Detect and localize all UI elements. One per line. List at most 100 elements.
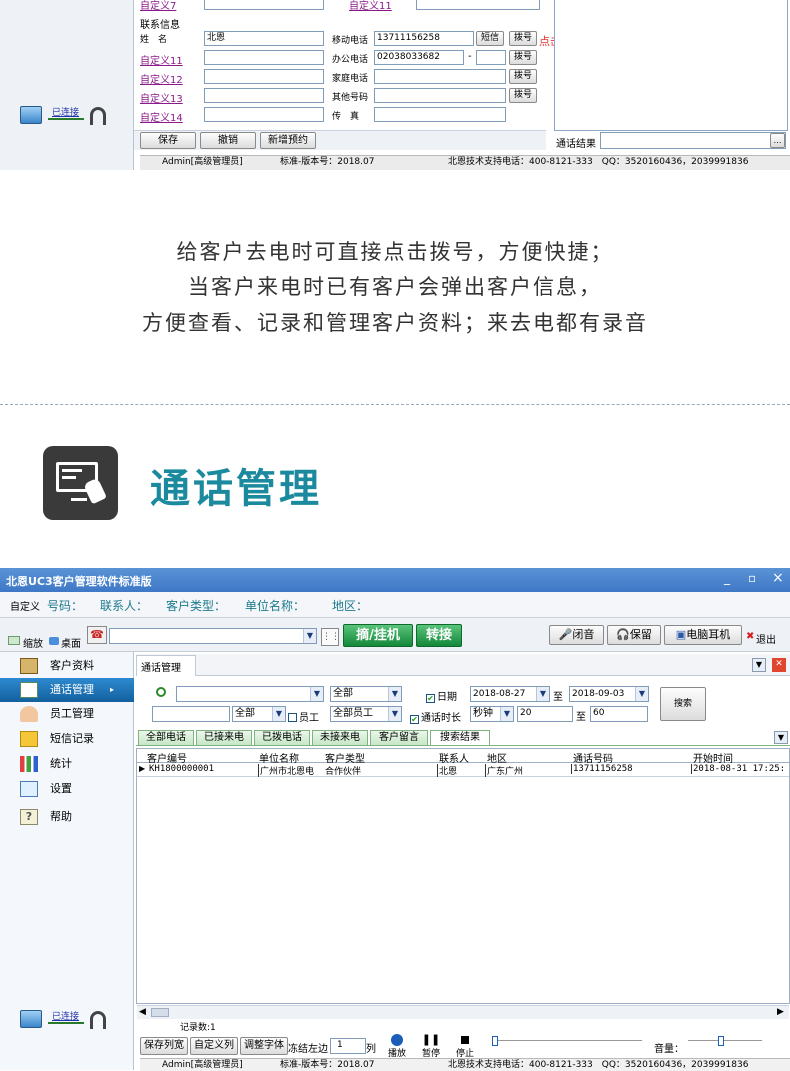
freeze-cols-spinner[interactable]: 1 [330,1038,366,1054]
save-column-width-button[interactable]: 保存列宽 [140,1037,188,1055]
pc-headset-button[interactable]: ▣电脑耳机 [664,625,742,645]
stop-control[interactable]: 停止 [452,1034,478,1059]
adjust-font-button[interactable]: 调整字体 [240,1037,288,1055]
subtab-search-results[interactable]: 搜索结果 [430,730,490,745]
phone-number-combo[interactable]: ▼ [109,628,317,644]
sidebar-item-settings[interactable]: 设置 [0,777,134,801]
duration-from-input[interactable]: 20 [517,706,573,722]
call-result-picker[interactable]: … [770,133,785,148]
dial-mobile-button[interactable]: 拨号 [509,31,537,46]
pause-control[interactable]: ❚❚ 暂停 [418,1034,444,1060]
custom12-link[interactable]: 自定义12 [140,71,183,86]
doc-tab[interactable]: 通话管理 [136,655,196,676]
scroll-left-icon[interactable]: ◀ [139,1007,146,1017]
custom11-top-link[interactable]: 自定义11 [349,0,392,12]
date-to[interactable]: 2018-09-03 ▼ [569,686,649,702]
minimize-button[interactable]: _ [724,571,730,585]
pickup-hangup-button[interactable]: 摘/挂机 [343,624,413,647]
hold-button[interactable]: 🎧保留 [607,625,661,645]
scroll-thumb[interactable] [151,1008,169,1017]
shrink-label[interactable]: 缩放 [23,635,43,650]
sidebar-item-sms[interactable]: 短信记录 [0,727,134,751]
custom14-field[interactable] [204,107,324,122]
tab-dropdown-icon[interactable]: ▼ [752,658,766,672]
mobile-field[interactable]: 13711156258 [374,31,474,46]
subtab-messages[interactable]: 客户留言 [370,730,428,745]
custom11-link[interactable]: 自定义11 [140,52,183,67]
sidebar-label: 设置 [50,782,72,795]
volume-thumb[interactable] [718,1036,724,1046]
custom14-link[interactable]: 自定义14 [140,109,183,124]
office-ext-field[interactable] [476,50,506,65]
custom7-field[interactable] [204,0,324,10]
sidebar-item-stats[interactable]: 统计 [0,752,134,776]
call-result-field[interactable] [600,132,786,149]
mute-button[interactable]: 🎤闭音 [549,625,604,645]
custom11-top-field[interactable] [416,0,540,10]
top-form-panel: 自定义7 自定义11 联系信息 姓 名 北恩 移动电话 13711156258 … [134,0,790,170]
name-field[interactable]: 北恩 [204,31,324,46]
new-appointment-button[interactable]: 新增预约 [260,132,316,149]
progress-thumb[interactable] [492,1036,498,1046]
tab-close-icon[interactable]: ✕ [772,658,786,672]
sidebar-item-customers[interactable]: 客户资料 [0,654,134,678]
desktop-label[interactable]: 桌面 [61,635,81,650]
shrink-icon[interactable] [8,636,20,645]
table-header: 客户编号 单位名称 客户类型 联系人 地区 通话号码 开始时间 [137,749,789,765]
pc-headset-label: 电脑耳机 [686,628,731,641]
home-field[interactable] [374,69,506,84]
custom11-field[interactable] [204,50,324,65]
date-check[interactable]: ✔ 日期 [426,688,457,703]
envelope-icon [20,731,38,747]
date-from[interactable]: 2018-08-27 ▼ [470,686,550,702]
subtab-received[interactable]: 已接来电 [196,730,252,745]
duration-check[interactable]: ✔ 通话时长 [410,709,461,724]
volume-slider[interactable] [688,1036,762,1048]
subtab-all-calls[interactable]: 全部电话 [138,730,194,745]
subtab-missed[interactable]: 未接来电 [312,730,368,745]
scroll-right-icon[interactable]: ▶ [777,1007,784,1017]
exit-label[interactable]: 退出 [756,631,776,646]
fax-field[interactable] [374,107,506,122]
info-custom[interactable]: 自定义 [10,598,40,613]
filter-all-combo[interactable]: 全部 ▼ [232,706,286,722]
custom12-field[interactable] [204,69,324,84]
custom13-link[interactable]: 自定义13 [140,90,183,105]
sms-button[interactable]: 短信 [476,31,504,46]
custom-columns-button[interactable]: 自定义列 [190,1037,238,1055]
dial-office-button[interactable]: 拨号 [509,50,537,65]
sidebar-item-staff[interactable]: 员工管理 [0,702,134,726]
custom7-link[interactable]: 自定义7 [140,0,176,12]
staff-combo[interactable]: 全部员工 ▼ [330,706,402,722]
playback-progress-slider[interactable] [492,1036,642,1048]
save-button[interactable]: 保存 [140,132,196,149]
table-row[interactable]: ▶ KH1800000001 广州市北恩电 合作伙伴 北恩 广东广州 13711… [137,763,789,777]
close-button[interactable]: × [772,570,784,586]
desktop-icon[interactable] [49,637,59,645]
dial-home-button[interactable]: 拨号 [509,69,537,84]
sidebar-item-calls[interactable]: 通话管理 ▸ [0,678,134,702]
cancel-button[interactable]: 撤销 [200,132,256,149]
custom13-field[interactable] [204,88,324,103]
filter-type-combo[interactable]: 全部 ▼ [330,686,402,702]
staff-check[interactable]: 员工 [288,709,319,724]
exit-icon[interactable]: ✖ [746,631,754,642]
phone-icon[interactable]: ☎ [87,626,107,644]
horizontal-scrollbar[interactable]: ◀ ▶ [137,1005,789,1019]
subtab-dropdown-icon[interactable]: ▼ [774,731,788,744]
other-field[interactable] [374,88,506,103]
play-control[interactable]: 播放 [384,1034,410,1059]
duration-to-input[interactable]: 60 [590,706,648,722]
maximize-button[interactable]: ▫ [748,571,756,585]
notes-area[interactable] [554,0,788,131]
transfer-button[interactable]: 转接 [416,624,462,647]
subtab-dialed[interactable]: 已拨电话 [254,730,310,745]
search-button[interactable]: 搜索 [660,687,706,721]
keypad-icon[interactable]: ⋮⋮ [321,628,340,646]
filter-field-combo[interactable]: ▼ [176,686,324,702]
duration-unit-combo[interactable]: 秒钟 ▼ [470,706,514,722]
filter-keyword-input[interactable] [152,706,230,722]
sidebar-item-help[interactable]: ? 帮助 [0,805,134,829]
office-field[interactable]: 02038033682 [374,50,464,65]
dial-other-button[interactable]: 拨号 [509,88,537,103]
